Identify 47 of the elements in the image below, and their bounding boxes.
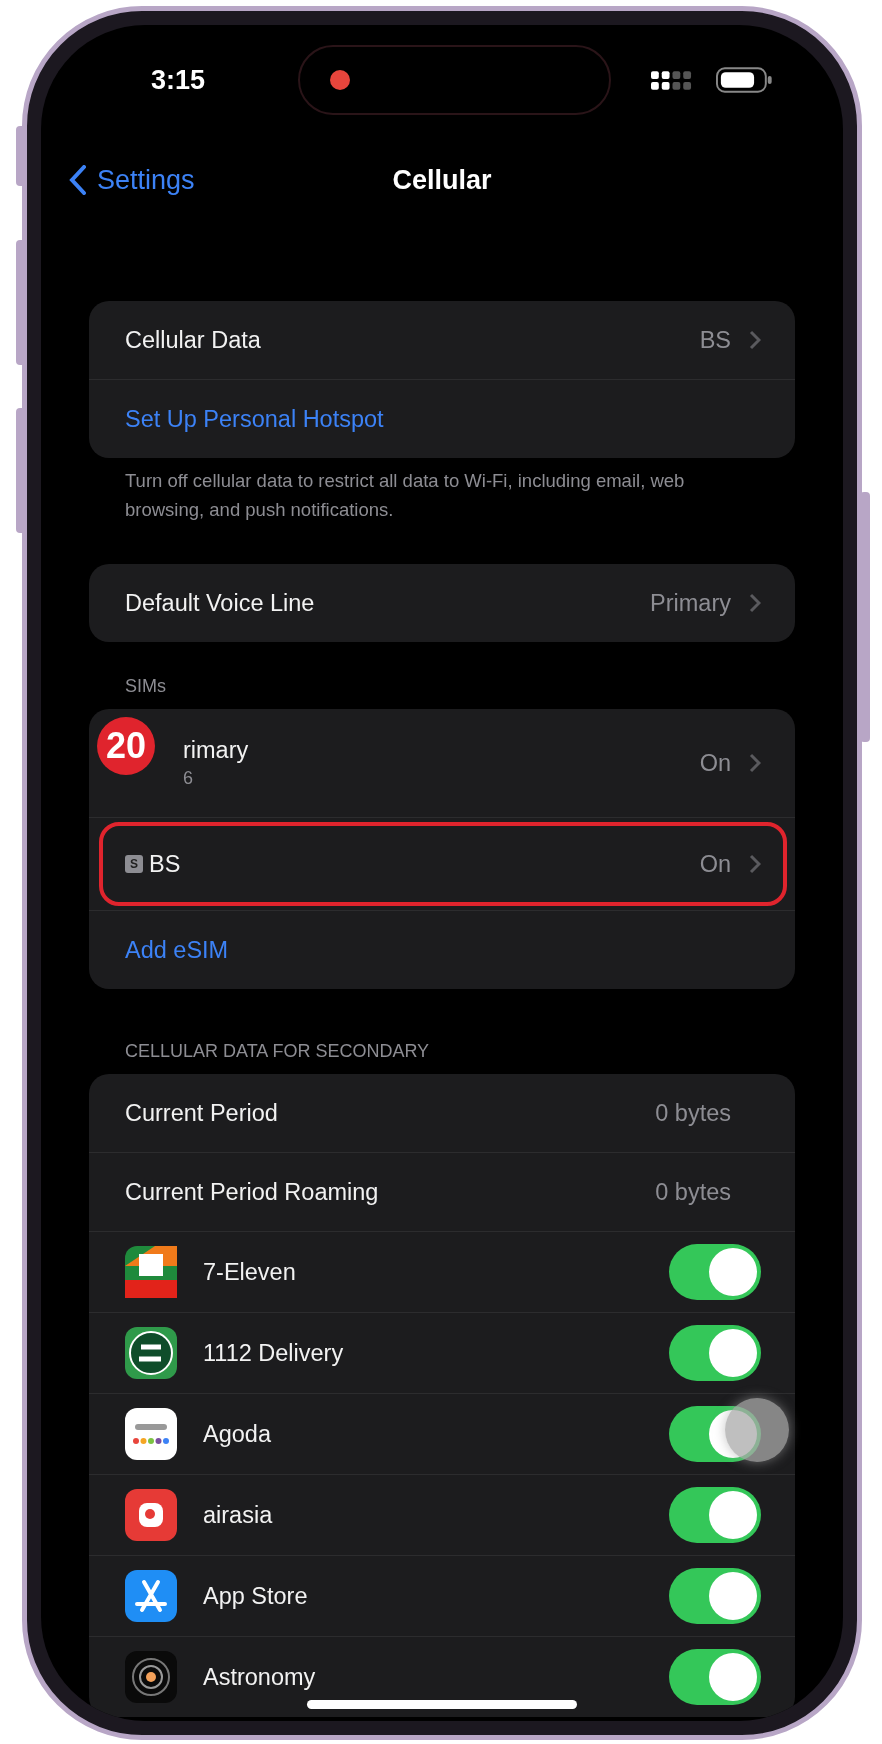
chevron-icon	[749, 330, 761, 350]
back-chevron-icon	[69, 165, 87, 195]
app-name: App Store	[203, 1582, 309, 1610]
toggle-switch[interactable]	[669, 1649, 761, 1705]
row-value: On	[699, 749, 731, 777]
row-value: 0 bytes	[655, 1178, 731, 1206]
section-footer: Turn off cellular data to restrict all data to Wi-Fi, including email, web browsing, and push notifications.	[125, 466, 765, 524]
app-name: Agoda	[203, 1420, 272, 1448]
back-button[interactable]: Settings	[69, 164, 195, 196]
app-name: 7-Eleven	[203, 1258, 297, 1286]
sim-number: 6	[183, 768, 194, 789]
app-icon	[125, 1408, 177, 1460]
toggle-switch[interactable]	[669, 1325, 761, 1381]
row-value: On	[699, 850, 731, 878]
toggle-switch[interactable]	[669, 1487, 761, 1543]
app-icon	[125, 1489, 177, 1541]
app-icon	[125, 1246, 177, 1298]
row-label: Default Voice Line	[125, 589, 316, 617]
page-title: Cellular	[392, 164, 492, 196]
battery-icon	[716, 67, 773, 93]
chevron-icon	[749, 593, 761, 613]
sim-icon: S	[125, 855, 143, 873]
chevron-icon	[749, 753, 761, 773]
row-link[interactable]: Add eSIM	[125, 936, 229, 964]
app-icon	[125, 1327, 177, 1379]
toggle-switch[interactable]	[669, 1244, 761, 1300]
toggle-switch[interactable]	[669, 1568, 761, 1624]
app-name: airasia	[203, 1501, 274, 1529]
chevron-icon	[749, 854, 761, 874]
step-badge: 20	[97, 717, 155, 775]
row-link[interactable]: Set Up Personal Hotspot	[125, 405, 384, 433]
status-time: 3:15	[151, 64, 207, 96]
back-label[interactable]: Settings	[97, 164, 195, 196]
row-label: Current Period Roaming	[125, 1178, 380, 1206]
row-value: BS	[699, 326, 731, 354]
section-header: CELLULAR DATA FOR SECONDARY	[125, 1041, 431, 1062]
app-icon	[125, 1651, 177, 1703]
app-name: 1112 Delivery	[203, 1339, 345, 1367]
app-icon	[125, 1570, 177, 1622]
row-label: Cellular Data	[125, 326, 262, 354]
row-value: Primary	[650, 589, 731, 617]
row-label: Current Period	[125, 1099, 279, 1127]
row-value: 0 bytes	[655, 1099, 731, 1127]
sim-name: rimary	[183, 737, 250, 764]
section-header: SIMs	[125, 676, 167, 697]
app-name: Astronomy	[203, 1663, 317, 1691]
sim-name: BS	[149, 850, 182, 878]
